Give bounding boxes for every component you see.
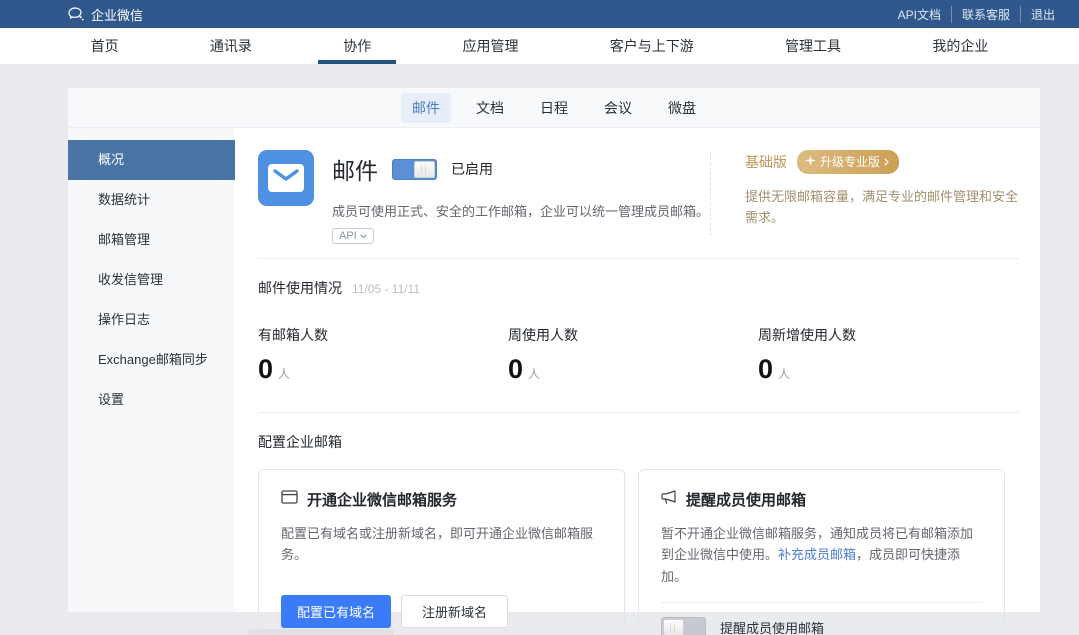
brand: 企业微信 xyxy=(68,5,143,24)
nav-item-admin-tools[interactable]: 管理工具 xyxy=(775,28,851,64)
usage-title: 邮件使用情况 xyxy=(258,278,342,298)
chevron-down-icon xyxy=(360,230,367,242)
stat-label: 周使用人数 xyxy=(508,325,758,345)
stat-weekly-new-users: 周新增使用人数 0 人 xyxy=(758,325,1008,385)
tab-meeting[interactable]: 会议 xyxy=(593,93,643,123)
card-enable-mail-service: 开通企业微信邮箱服务 配置已有域名或注册新域名，即可开通企业微信邮箱服务。 配置… xyxy=(258,469,625,631)
app-description: 成员可使用正式、安全的工作邮箱，企业可以统一管理成员邮箱。 xyxy=(332,201,709,220)
remind-toggle-label: 提醒成员使用邮箱 xyxy=(720,618,824,635)
sidebar-item-overview[interactable]: 概况 xyxy=(68,140,235,180)
below-fold-element-peek xyxy=(248,629,394,635)
overview-main: 邮件 已启用 成员可使用正式、安全的工作邮箱，企业可以统一管理成员邮箱。 API xyxy=(235,128,1040,612)
mail-app-header: 邮件 已启用 成员可使用正式、安全的工作邮箱，企业可以统一管理成员邮箱。 API xyxy=(258,150,1019,244)
config-cards: 开通企业微信邮箱服务 配置已有域名或注册新域名，即可开通企业微信邮箱服务。 配置… xyxy=(258,469,1019,631)
tab-drive[interactable]: 微盘 xyxy=(657,93,707,123)
stat-mailbox-users: 有邮箱人数 0 人 xyxy=(258,325,508,385)
stat-value: 0 xyxy=(258,354,273,385)
upgrade-pro-button[interactable]: 升级专业版 xyxy=(797,150,899,174)
divider xyxy=(258,258,1019,259)
remind-members-toggle[interactable] xyxy=(661,617,706,635)
card-description: 配置已有域名或注册新域名，即可开通企业微信邮箱服务。 xyxy=(281,523,602,566)
usage-section-header: 邮件使用情况 11/05 - 11/11 xyxy=(258,278,1019,298)
nav-item-customers[interactable]: 客户与上下游 xyxy=(600,28,704,64)
edition-description: 提供无限邮箱容量，满足专业的邮件管理和安全需求。 xyxy=(745,186,1019,229)
config-section-title: 配置企业邮箱 xyxy=(258,432,1019,452)
card-description: 暂不开通企业微信邮箱服务，通知成员将已有邮箱添加到企业微信中使用。补充成员邮箱，… xyxy=(661,523,982,587)
app-header-info: 邮件 已启用 成员可使用正式、安全的工作邮箱，企业可以统一管理成员邮箱。 API xyxy=(332,150,709,244)
chevron-right-icon xyxy=(884,155,889,169)
nav-item-home[interactable]: 首页 xyxy=(81,28,129,64)
mail-enabled-toggle[interactable] xyxy=(392,159,437,180)
stat-value: 0 xyxy=(758,354,773,385)
main-nav: 首页 通讯录 协作 应用管理 客户与上下游 管理工具 我的企业 xyxy=(0,28,1079,65)
edition-name: 基础版 xyxy=(745,152,787,172)
topbar-link-logout[interactable]: 退出 xyxy=(1020,6,1065,23)
topbar: 企业微信 API文档 联系客服 退出 xyxy=(0,0,1079,28)
api-dropdown-button[interactable]: API xyxy=(332,228,374,244)
tab-docs[interactable]: 文档 xyxy=(465,93,515,123)
sidebar-item-exchange-sync[interactable]: Exchange邮箱同步 xyxy=(68,340,235,380)
card-remind-members: 提醒成员使用邮箱 暂不开通企业微信邮箱服务，通知成员将已有邮箱添加到企业微信中使… xyxy=(638,469,1005,631)
topbar-links: API文档 联系客服 退出 xyxy=(888,6,1065,23)
stat-label: 周新增使用人数 xyxy=(758,325,1008,345)
usage-date-range: 11/05 - 11/11 xyxy=(352,282,420,296)
tab-calendar[interactable]: 日程 xyxy=(529,93,579,123)
enabled-status-label: 已启用 xyxy=(451,159,493,179)
nav-item-collaboration[interactable]: 协作 xyxy=(333,28,381,64)
mail-app-icon xyxy=(258,150,314,206)
nav-item-contacts[interactable]: 通讯录 xyxy=(200,28,262,64)
nav-item-app-management[interactable]: 应用管理 xyxy=(452,28,528,64)
toggle-knob xyxy=(414,161,435,178)
usage-stats: 有邮箱人数 0 人 周使用人数 0 人 周新增使用人数 0 xyxy=(258,325,1019,385)
stat-weekly-users: 周使用人数 0 人 xyxy=(508,325,758,385)
register-new-domain-button[interactable]: 注册新域名 xyxy=(401,595,508,628)
envelope-icon xyxy=(281,490,298,509)
tab-mail[interactable]: 邮件 xyxy=(401,93,451,123)
api-label: API xyxy=(339,230,357,242)
app-title: 邮件 xyxy=(332,152,378,186)
sidebar-item-mailbox-management[interactable]: 邮箱管理 xyxy=(68,220,235,260)
divider xyxy=(258,412,1019,413)
sidebar-item-operation-log[interactable]: 操作日志 xyxy=(68,300,235,340)
sidebar-item-settings[interactable]: 设置 xyxy=(68,380,235,420)
sidebar-item-statistics[interactable]: 数据统计 xyxy=(68,180,235,220)
topbar-link-api-docs[interactable]: API文档 xyxy=(888,6,951,23)
upgrade-label: 升级专业版 xyxy=(820,153,880,170)
content-container: 邮件 文档 日程 会议 微盘 概况 数据统计 邮箱管理 收发信管理 操作日志 E… xyxy=(68,88,1040,612)
collab-tabbar: 邮件 文档 日程 会议 微盘 xyxy=(68,88,1040,128)
sparkle-icon xyxy=(805,155,816,169)
mail-sidebar: 概况 数据统计 邮箱管理 收发信管理 操作日志 Exchange邮箱同步 设置 xyxy=(68,128,235,612)
sidebar-item-send-receive[interactable]: 收发信管理 xyxy=(68,260,235,300)
app-header-left: 邮件 已启用 成员可使用正式、安全的工作邮箱，企业可以统一管理成员邮箱。 API xyxy=(258,150,710,244)
edition-panel: 基础版 升级专业版 提供无限邮箱容量，满足专业的邮件管理和安全需求。 xyxy=(711,150,1019,244)
supplement-member-mailbox-link[interactable]: 补充成员邮箱 xyxy=(778,547,856,562)
stat-unit: 人 xyxy=(778,365,790,382)
stat-unit: 人 xyxy=(278,365,290,382)
toggle-knob xyxy=(663,619,684,635)
wework-logo-icon xyxy=(68,7,85,22)
stat-label: 有邮箱人数 xyxy=(258,325,508,345)
topbar-link-contact-support[interactable]: 联系客服 xyxy=(951,6,1020,23)
brand-name: 企业微信 xyxy=(91,5,143,24)
nav-item-my-company[interactable]: 我的企业 xyxy=(922,28,998,64)
card-title: 提醒成员使用邮箱 xyxy=(686,489,806,510)
card-divider xyxy=(661,602,982,603)
stat-unit: 人 xyxy=(528,365,540,382)
stat-value: 0 xyxy=(508,354,523,385)
card-title: 开通企业微信邮箱服务 xyxy=(307,489,457,510)
megaphone-icon xyxy=(661,490,677,510)
configure-existing-domain-button[interactable]: 配置已有域名 xyxy=(281,595,391,628)
